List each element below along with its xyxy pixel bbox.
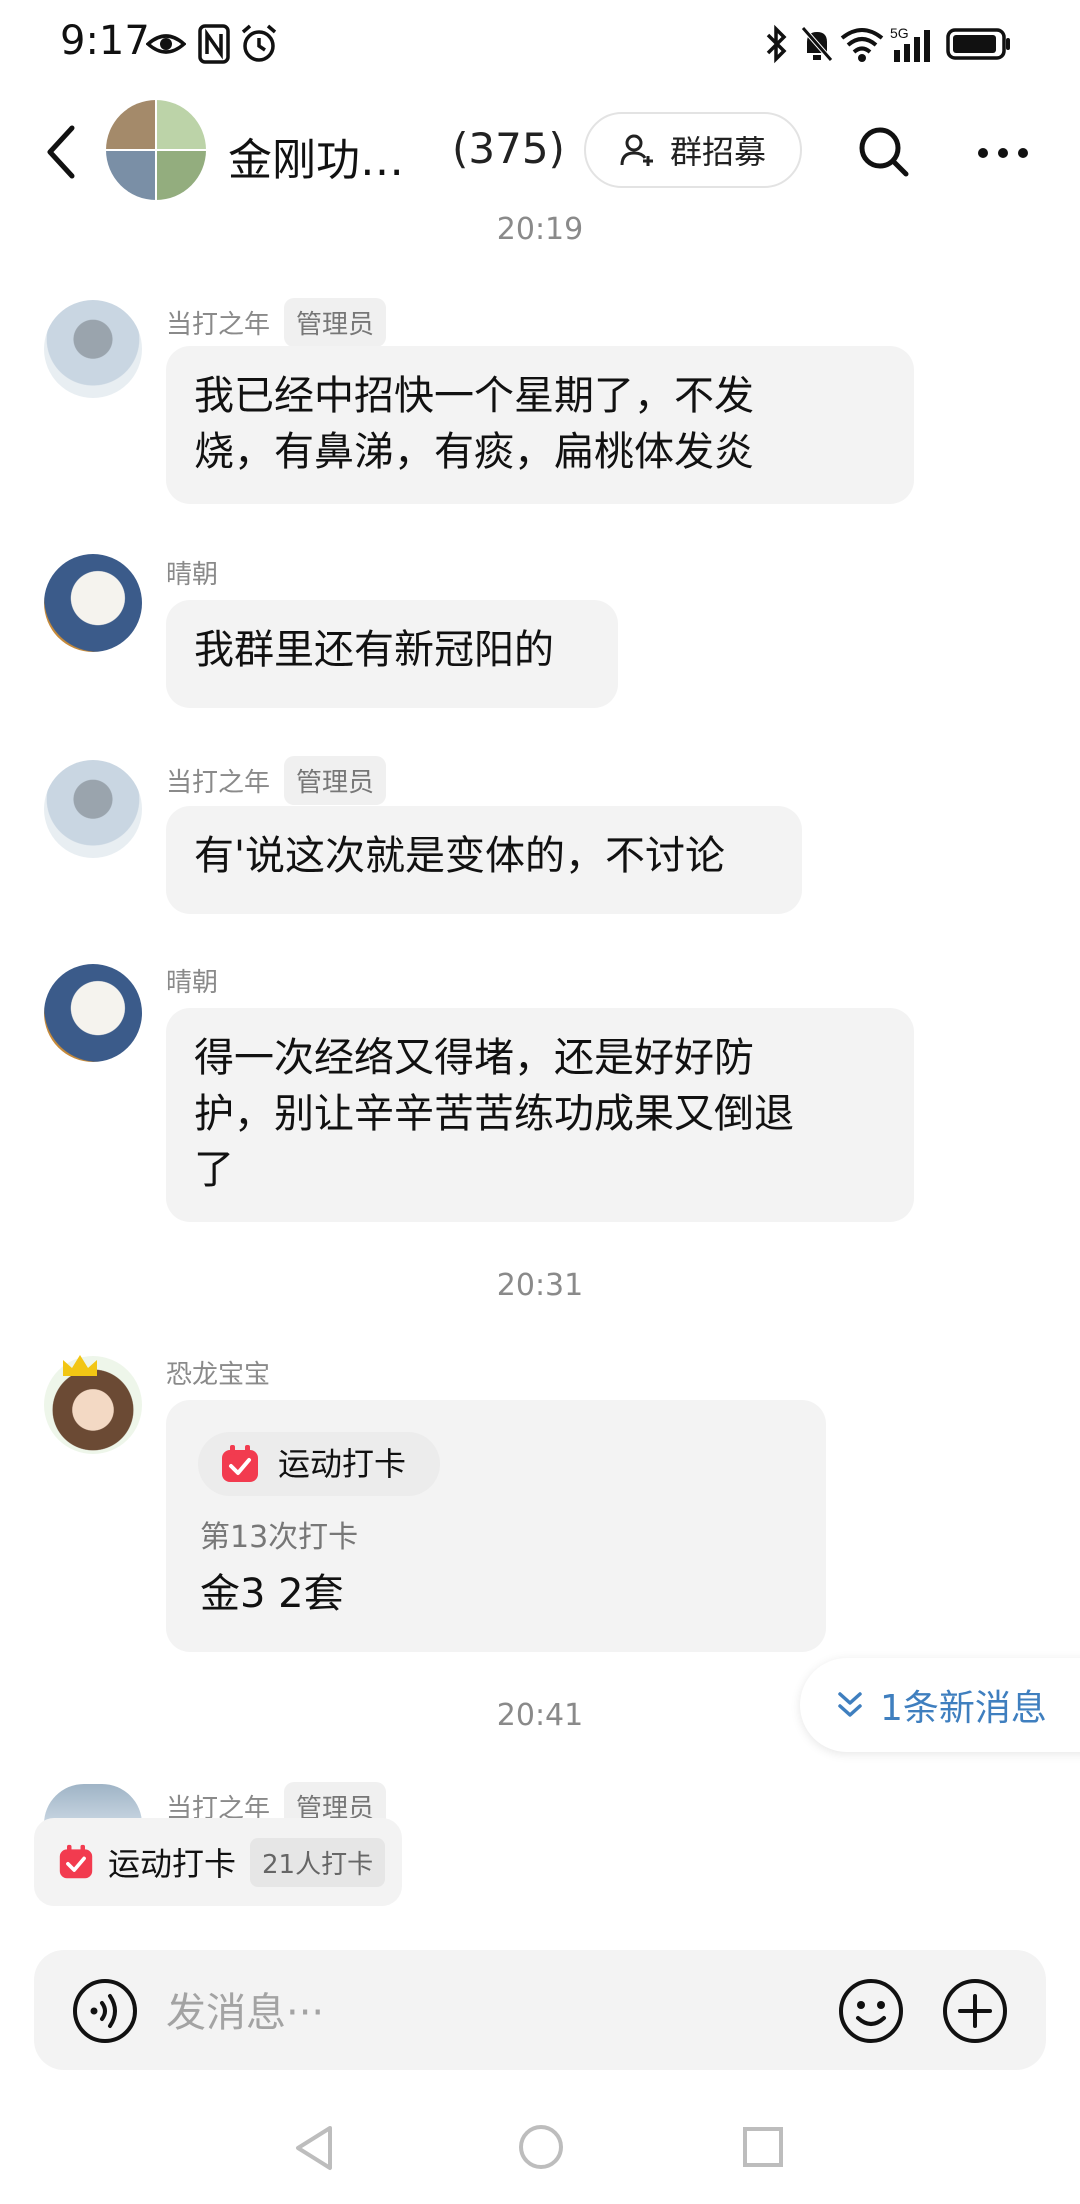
checkin-chip[interactable]: 运动打卡 [198, 1432, 440, 1496]
message-bubble[interactable]: 有'说这次就是变体的，不讨论 [166, 806, 802, 914]
message-bubble[interactable]: 我已经中招快一个星期了，不发 烧，有鼻涕，有痰，扁桃体发炎 [166, 346, 914, 504]
message-line: 我已经中招快一个星期了，不发 [194, 373, 754, 419]
time-divider: 20:19 [496, 212, 584, 247]
avatar[interactable] [44, 300, 142, 398]
status-bar: 9:17 5G [0, 0, 1080, 92]
svg-text:5G: 5G [890, 25, 909, 41]
more-icon[interactable] [976, 146, 1030, 160]
status-time: 9:17 [60, 18, 150, 64]
signal-5g-icon: 5G [890, 25, 930, 62]
chat-header: 金刚功… (375) 群招募 [0, 92, 1080, 210]
message-input-bar: 发消息··· [34, 1950, 1046, 2070]
time-divider: 20:31 [496, 1268, 584, 1303]
message-line: 护，别让辛辛苦苦练功成果又倒退 [194, 1091, 794, 1137]
admin-badge: 管理员 [284, 756, 387, 805]
battery-icon [946, 28, 1010, 60]
group-recruit-button[interactable]: 群招募 [584, 112, 802, 188]
message-bubble[interactable]: 我群里还有新冠阳的 [166, 600, 618, 708]
message-input[interactable]: 发消息··· [166, 1980, 324, 2038]
sender-name-text: 晴朝 [166, 560, 219, 590]
wifi-icon [840, 28, 884, 62]
avatar[interactable] [44, 760, 142, 858]
sender-name-text: 恐龙宝宝 [166, 1360, 271, 1390]
message-line: 了 [194, 1147, 234, 1193]
search-icon[interactable] [856, 124, 912, 180]
message-line: 得一次经络又得堵，还是好好防 [194, 1035, 754, 1081]
bluetooth-icon [766, 24, 787, 64]
checkin-floating-bar[interactable]: 运动打卡 21人打卡 [34, 1818, 402, 1906]
avatar[interactable] [44, 554, 142, 652]
sender-name: 晴朝 [166, 554, 218, 591]
crown-icon [63, 1355, 97, 1376]
checkin-participants: 21人打卡 [250, 1837, 386, 1887]
eye-icon [146, 34, 186, 54]
admin-badge: 管理员 [284, 298, 387, 347]
checkin-card[interactable]: 运动打卡 第13次打卡 金3 2套 [166, 1400, 826, 1652]
time-divider: 20:41 [496, 1698, 584, 1733]
alarm-icon [241, 24, 277, 62]
floating-checkin-label: 运动打卡 [108, 1845, 237, 1883]
mute-icon [801, 26, 833, 62]
sender-name-text: 当打之年 [166, 768, 271, 798]
nav-recents-icon[interactable] [742, 2126, 784, 2168]
calendar-check-icon [59, 1844, 93, 1879]
sender-name-text: 晴朝 [166, 968, 219, 998]
add-person-icon [620, 134, 653, 166]
system-nav-bar [0, 2110, 1080, 2204]
group-avatar[interactable] [106, 100, 206, 200]
nfc-icon [198, 24, 230, 64]
sender-name: 当打之年 管理员 [166, 298, 387, 347]
nav-back-icon[interactable] [292, 2124, 336, 2172]
sender-name: 恐龙宝宝 [166, 1354, 270, 1391]
recruit-label: 群招募 [669, 133, 766, 171]
message-line: 我群里还有新冠阳的 [194, 627, 554, 673]
emoji-icon[interactable] [838, 1978, 904, 2044]
plus-icon[interactable] [942, 1978, 1008, 2044]
checkin-content: 金3 2套 [200, 1571, 344, 1617]
back-icon[interactable] [44, 124, 78, 180]
nav-home-icon[interactable] [518, 2124, 564, 2170]
avatar[interactable] [44, 964, 142, 1062]
member-count[interactable]: (375) [452, 124, 565, 173]
calendar-check-icon [222, 1445, 258, 1482]
checkin-label: 运动打卡 [278, 1445, 407, 1483]
sender-name: 当打之年 管理员 [166, 756, 387, 805]
checkin-count: 第13次打卡 [200, 1520, 359, 1555]
sender-name: 晴朝 [166, 962, 218, 999]
group-title[interactable]: 金刚功… [228, 124, 404, 188]
sender-name-text: 当打之年 [166, 310, 271, 340]
voice-icon[interactable] [72, 1978, 138, 2044]
message-bubble[interactable]: 得一次经络又得堵，还是好好防 护，别让辛辛苦苦练功成果又倒退 了 [166, 1008, 914, 1222]
message-line: 烧，有鼻涕，有痰，扁桃体发炎 [194, 429, 754, 475]
message-line: 有'说这次就是变体的，不讨论 [194, 833, 725, 879]
